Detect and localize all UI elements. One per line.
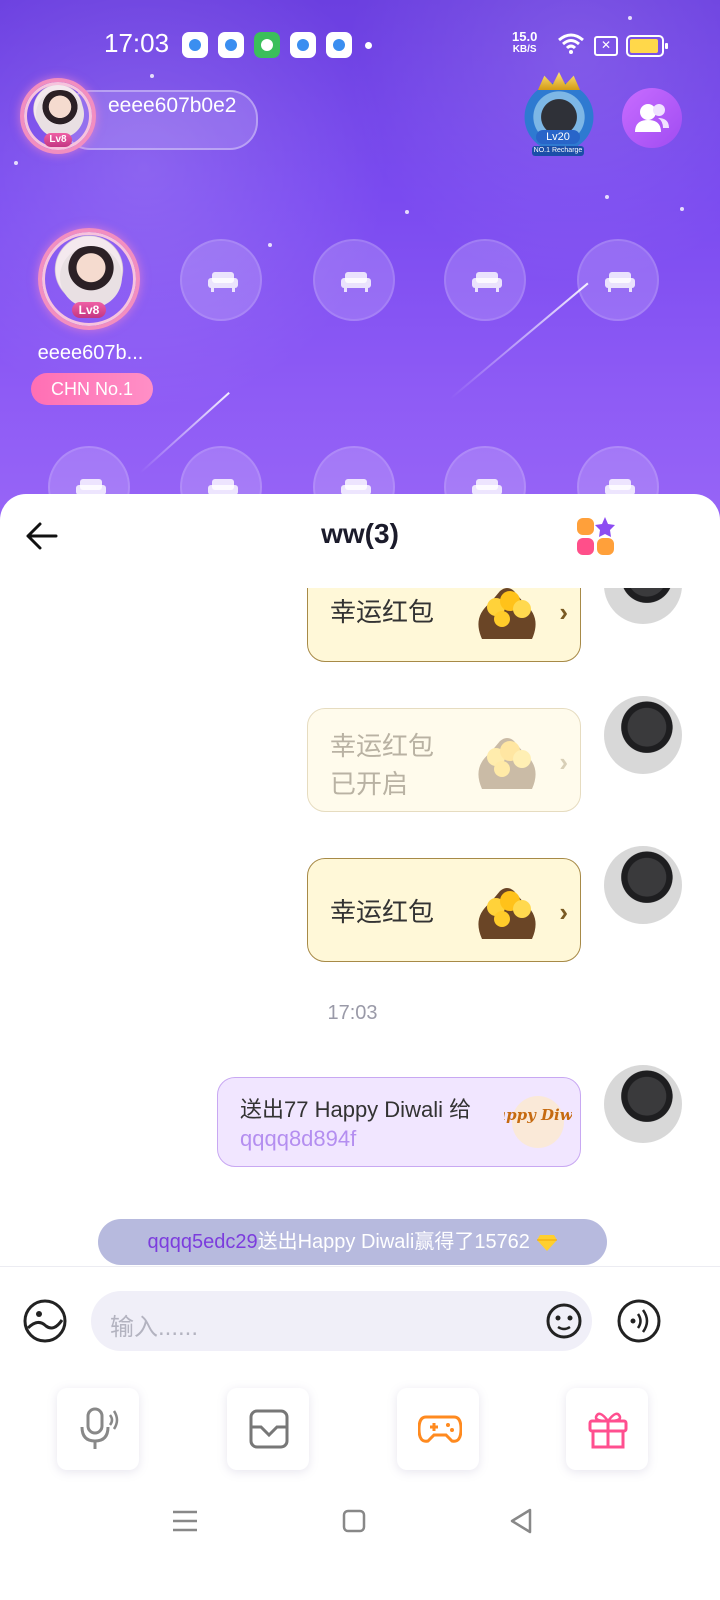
- sofa-icon: [605, 272, 635, 292]
- announcement-text: 送出Happy Diwali赢得了15762: [257, 1231, 530, 1253]
- seat-host-tag: CHN No.1: [31, 373, 153, 405]
- system-announcement: qqqq5edc29送出Happy Diwali赢得了15762: [98, 1219, 607, 1265]
- host-name: eeee607b0e2: [108, 94, 237, 117]
- network-speed-value: 15.0: [512, 29, 538, 44]
- host-level-badge: Lv8: [44, 133, 72, 147]
- back-nav-icon[interactable]: [508, 1508, 534, 1534]
- sender-avatar[interactable]: [604, 696, 682, 774]
- notification-app-icon: [254, 32, 280, 58]
- gold-bag-icon: [478, 738, 536, 789]
- red-packet-message[interactable]: 幸运红包 ›: [307, 858, 581, 962]
- network-speed-unit: KB/S: [512, 44, 537, 55]
- star-sparkle: [628, 16, 632, 20]
- gift-message-text: 送出77 Happy Diwali 给: [240, 1097, 472, 1122]
- gift-icon: [588, 1412, 628, 1449]
- red-packet-status: 已开启: [330, 769, 409, 799]
- sofa-icon: [208, 272, 238, 292]
- mic-icon: [80, 1407, 119, 1449]
- empty-seat[interactable]: [313, 239, 395, 321]
- seat-host-name: eeee607b...: [37, 342, 144, 364]
- rank-level-badge: Lv20: [536, 130, 580, 144]
- red-packet-label: 幸运红包: [330, 731, 435, 761]
- announcement-user[interactable]: qqqq5edc29: [148, 1231, 258, 1253]
- image-picker-icon[interactable]: [22, 1298, 68, 1344]
- star-sparkle: [405, 210, 409, 214]
- chevron-right-icon: ›: [559, 897, 568, 927]
- seat-host-level-badge: Lv8: [72, 302, 106, 318]
- empty-seat[interactable]: [577, 239, 659, 321]
- status-time: 17:03: [104, 28, 170, 58]
- sender-avatar[interactable]: [604, 1065, 682, 1143]
- red-packet-message-opened[interactable]: 幸运红包 已开启 ›: [307, 708, 581, 812]
- apps-grid-icon[interactable]: [576, 516, 616, 556]
- message-list[interactable]: 幸运红包 › 幸运红包 已开启 › 幸运红包 › 17:03 送出77 Happ…: [0, 588, 720, 1268]
- chevron-right-icon: ›: [559, 747, 568, 777]
- rank-caption: NO.1 Recharge: [532, 146, 584, 156]
- gift-tool-button[interactable]: [566, 1388, 648, 1470]
- more-notifications-dot: [365, 42, 372, 49]
- sender-avatar[interactable]: [604, 846, 682, 924]
- empty-seat[interactable]: [444, 239, 526, 321]
- diamond-icon: [536, 1234, 557, 1251]
- star-sparkle: [605, 195, 609, 199]
- sofa-icon: [472, 272, 502, 292]
- notification-app-icon: [326, 32, 352, 58]
- network-speed: 15.0 KB/S: [512, 30, 537, 56]
- rank-avatar[interactable]: [520, 78, 598, 156]
- red-packet-label: 幸运红包: [330, 597, 435, 627]
- chevron-right-icon: ›: [559, 597, 568, 627]
- gift-art-word: Happy Diwali: [504, 1106, 572, 1124]
- room-members-button[interactable]: [622, 88, 682, 148]
- inbox-tool-button[interactable]: [227, 1388, 309, 1470]
- voice-message-icon[interactable]: [616, 1298, 662, 1344]
- gift-recipient[interactable]: qqqq8d894f: [240, 1126, 356, 1152]
- message-timestamp: 17:03: [327, 1002, 378, 1024]
- red-packet-label: 幸运红包: [330, 897, 435, 927]
- battery-icon: [626, 35, 668, 57]
- home-nav-icon[interactable]: [342, 1508, 366, 1534]
- chat-title: ww(3): [321, 518, 399, 549]
- star-sparkle: [268, 243, 272, 247]
- mic-tool-button[interactable]: [57, 1388, 139, 1470]
- seat-host-photo: [60, 246, 122, 308]
- star-sparkle: [680, 207, 684, 211]
- host-avatar-photo: [36, 90, 84, 138]
- gold-bag-icon: [478, 588, 536, 639]
- empty-seat[interactable]: [180, 239, 262, 321]
- menu-nav-icon[interactable]: [172, 1508, 198, 1534]
- gift-message[interactable]: 送出77 Happy Diwali 给 qqqq8d894f Happy Diw…: [217, 1077, 581, 1167]
- input-divider: [0, 1266, 720, 1267]
- message-input-placeholder: 输入......: [110, 1314, 199, 1341]
- no-sim-icon: ✕: [594, 36, 618, 56]
- wifi-icon: [558, 33, 584, 54]
- star-sparkle: [150, 74, 154, 78]
- sofa-icon: [341, 272, 371, 292]
- red-packet-message[interactable]: 幸运红包 ›: [307, 588, 581, 662]
- gamepad-icon: [418, 1415, 462, 1443]
- notification-icons: [182, 32, 352, 58]
- emoji-icon[interactable]: [545, 1302, 583, 1340]
- status-bar: 17:03 15.0 KB/S ✕: [0, 28, 720, 64]
- happy-diwali-gift-image: Happy Diwali: [504, 1096, 572, 1148]
- users-icon: [635, 104, 669, 132]
- game-tool-button[interactable]: [397, 1388, 479, 1470]
- inbox-icon: [249, 1409, 289, 1449]
- notification-app-icon: [290, 32, 316, 58]
- back-arrow-icon[interactable]: [22, 518, 62, 554]
- gold-bag-icon: [478, 888, 536, 939]
- star-sparkle: [14, 161, 18, 165]
- sender-avatar[interactable]: [604, 588, 682, 624]
- notification-app-icon: [182, 32, 208, 58]
- notification-app-icon: [218, 32, 244, 58]
